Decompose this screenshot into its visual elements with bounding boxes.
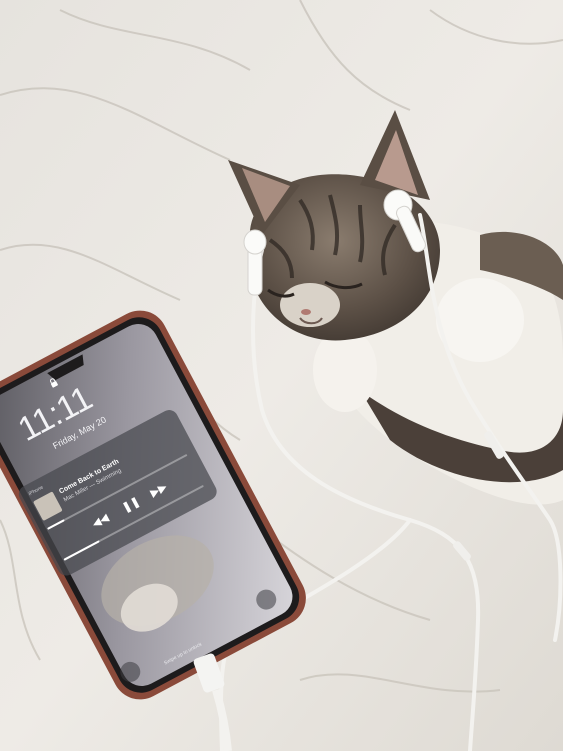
camera-button[interactable] [252,586,280,614]
fast-forward-icon[interactable]: ▶▶ [148,480,170,500]
lock-icon [50,378,58,388]
flashlight-button[interactable] [116,658,144,686]
pause-icon[interactable]: ❚❚ [120,494,142,514]
album-art [32,491,63,522]
swipe-hint: Swipe up to unlock [163,641,203,667]
rewind-icon[interactable]: ◀◀ [90,511,111,531]
now-playing-source: iPhone [27,484,45,498]
